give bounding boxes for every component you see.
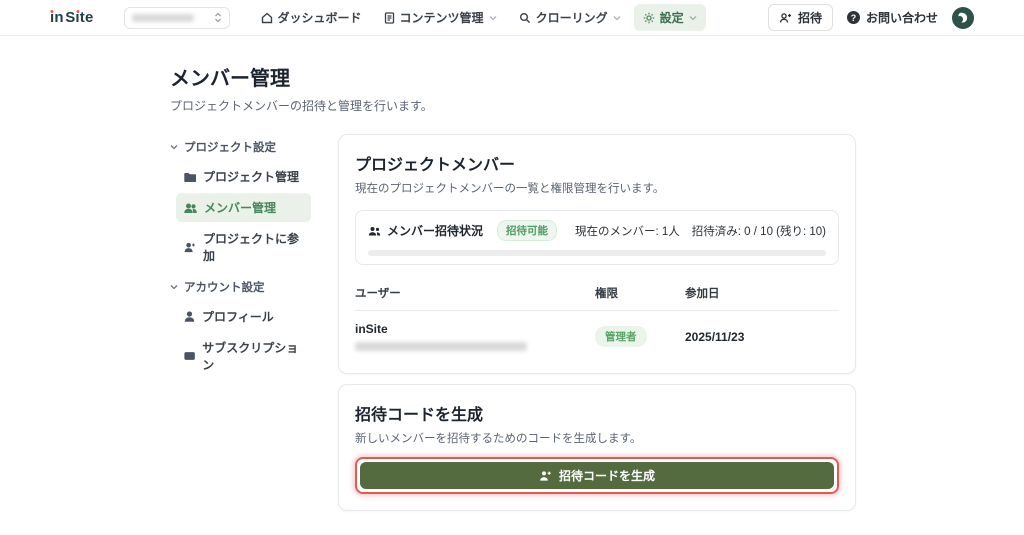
document-icon (384, 11, 394, 24)
generate-button-label: 招待コードを生成 (558, 469, 655, 483)
content-area: プロジェクト設定 プロジェクト管理 メンバー管理 プロジェクトに参加 アカウント… (170, 134, 856, 511)
app-logo[interactable]: ın Sıte (50, 9, 94, 26)
chevron-down-icon (170, 285, 178, 290)
sidebar-item-subscription[interactable]: サブスクリプション (176, 333, 311, 379)
nav-content-management[interactable]: コンテンツ管理 (375, 4, 506, 31)
caret-updown-icon (214, 12, 221, 23)
contact-label: お問い合わせ (865, 11, 938, 25)
invite-available-badge: 招待可能 (497, 220, 558, 241)
sidebar-item-label: メンバー管理 (204, 201, 277, 215)
invite-button[interactable]: 招待 (767, 4, 833, 31)
nav-dashboard[interactable]: ダッシュボード (252, 4, 371, 31)
role-badge: 管理者 (595, 326, 647, 347)
nav-content-label: コンテンツ管理 (399, 11, 484, 25)
sidebar-item-label: サブスクリプション (202, 341, 299, 372)
sidebar-item-profile[interactable]: プロフィール (176, 302, 311, 331)
folder-icon (184, 172, 196, 182)
sidebar-item-join-project[interactable]: プロジェクトに参加 (176, 224, 311, 270)
member-role-cell: 管理者 (595, 326, 685, 347)
sidebar-item-label: プロジェクト管理 (203, 170, 300, 184)
sidebar-section-account-header[interactable]: アカウント設定 (170, 274, 311, 300)
question-icon: ? (846, 11, 860, 24)
gear-icon (643, 12, 654, 23)
user-icon (184, 311, 195, 322)
invite-status-label: メンバー招待状況 (387, 224, 484, 238)
chevron-down-icon (489, 15, 497, 20)
top-navbar: ın Sıte ダッシュボード コンテンツ管理 クローリング 設定 招待 ? お… (0, 0, 1024, 36)
sidebar-section-project-header[interactable]: プロジェクト設定 (170, 134, 311, 160)
contact-link[interactable]: ? お問い合わせ (846, 9, 938, 26)
generate-invite-code-button[interactable]: 招待コードを生成 (360, 462, 834, 489)
col-role: 権限 (595, 288, 618, 300)
chevron-down-icon (613, 15, 621, 20)
current-members-count: 現在のメンバー: 1人 (575, 225, 680, 238)
nav-dashboard-label: ダッシュボード (277, 11, 362, 25)
home-icon (261, 12, 272, 23)
col-joined: 参加日 (685, 288, 720, 300)
sidebar-section-project: プロジェクト設定 プロジェクト管理 メンバー管理 プロジェクトに参加 (170, 134, 311, 270)
page-title: メンバー管理 (170, 68, 290, 90)
sidebar-item-project-management[interactable]: プロジェクト管理 (176, 162, 311, 191)
invite-code-card: 招待コードを生成 新しいメンバーを招待するためのコードを生成します。 招待コード… (338, 384, 856, 511)
invite-progress-bar (368, 250, 826, 256)
blurred-project-name (131, 13, 194, 22)
chevron-down-icon (170, 145, 178, 150)
sidebar-item-member-management[interactable]: メンバー管理 (176, 193, 311, 222)
users-icon (368, 226, 381, 235)
nav-crawling[interactable]: クローリング (510, 4, 630, 31)
invited-count: 招待済み: 0 / 10 (残り: 10) (691, 225, 826, 238)
avatar-glyph-icon (958, 12, 968, 23)
member-user-cell: inSite (355, 322, 595, 351)
invite-card-title: 招待コードを生成 (355, 407, 484, 424)
sidebar-item-label: プロジェクトに参加 (203, 232, 300, 263)
project-members-card: プロジェクトメンバー 現在のプロジェクトメンバーの一覧と権限管理を行います。 メ… (338, 134, 856, 374)
main-panel: プロジェクトメンバー 現在のプロジェクトメンバーの一覧と権限管理を行います。 メ… (338, 134, 856, 511)
col-user: ユーザー (355, 288, 401, 300)
members-table: ユーザー 権限 参加日 inSite 管理者 2025/11/23 (355, 279, 839, 357)
page-subtitle: プロジェクトメンバーの招待と管理を行います。 (170, 99, 433, 113)
sidebar-section-account-label: アカウント設定 (184, 282, 265, 294)
member-join-date: 2025/11/23 (685, 329, 745, 344)
members-card-subtitle: 現在のプロジェクトメンバーの一覧と権限管理を行います。 (355, 183, 665, 195)
chevron-down-icon (689, 15, 697, 20)
nav-settings-label: 設定 (659, 11, 684, 25)
users-icon (184, 203, 197, 213)
app-window: ın Sıte ダッシュボード コンテンツ管理 クローリング 設定 招待 ? お… (0, 0, 1024, 535)
nav-settings[interactable]: 設定 (633, 4, 706, 31)
user-plus-icon (779, 12, 791, 23)
nav-crawling-label: クローリング (535, 11, 608, 25)
table-row: inSite 管理者 2025/11/23 (355, 311, 839, 357)
credit-card-icon (184, 352, 195, 360)
user-plus-icon (184, 242, 195, 252)
invite-button-label: 招待 (797, 11, 822, 25)
user-avatar[interactable] (952, 6, 974, 29)
search-icon (519, 12, 530, 23)
sidebar-section-account: アカウント設定 プロフィール サブスクリプション (170, 274, 311, 379)
members-table-header: ユーザー 権限 参加日 (355, 279, 839, 311)
member-name: inSite (355, 322, 388, 336)
project-selector[interactable] (123, 6, 230, 29)
members-card-title: プロジェクトメンバー (355, 157, 516, 174)
sidebar-section-project-label: プロジェクト設定 (184, 142, 276, 154)
highlight-annotation: 招待コードを生成 (355, 457, 839, 494)
main-nav: ダッシュボード コンテンツ管理 クローリング 設定 (252, 4, 706, 31)
invite-card-subtitle: 新しいメンバーを招待するためのコードを生成します。 (355, 433, 642, 445)
blurred-member-email (355, 342, 527, 351)
settings-sidebar: プロジェクト設定 プロジェクト管理 メンバー管理 プロジェクトに参加 アカウント… (170, 134, 311, 383)
navbar-right: 招待 ? お問い合わせ (767, 4, 974, 31)
sidebar-item-label: プロフィール (202, 310, 274, 324)
page-header: メンバー管理 プロジェクトメンバーの招待と管理を行います。 (170, 62, 1024, 114)
invite-status-box: メンバー招待状況 招待可能 現在のメンバー: 1人 招待済み: 0 / 10 (… (355, 210, 839, 265)
user-plus-icon (540, 470, 551, 481)
